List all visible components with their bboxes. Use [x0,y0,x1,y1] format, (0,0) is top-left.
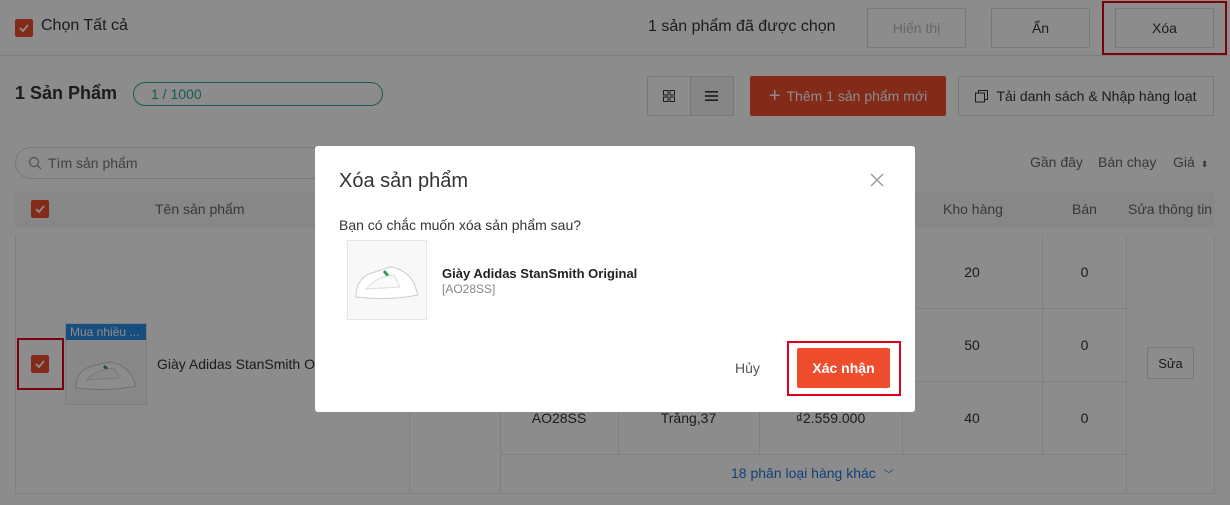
delete-confirm-dialog: Xóa sản phẩm Bạn có chắc muốn xóa sản ph… [315,146,915,412]
dialog-question: Bạn có chắc muốn xóa sản phẩm sau? [339,217,582,233]
sneaker-image [355,266,419,300]
cancel-button[interactable]: Hủy [735,360,760,376]
dialog-product-sku: [AO28SS] [442,282,496,296]
dialog-product-image [347,240,427,320]
close-icon[interactable] [869,172,889,192]
close-x-icon [870,173,884,187]
dialog-title: Xóa sản phẩm [339,170,468,192]
dialog-product-name: Giày Adidas StanSmith Original [442,266,638,281]
confirm-button-highlight [787,341,901,396]
